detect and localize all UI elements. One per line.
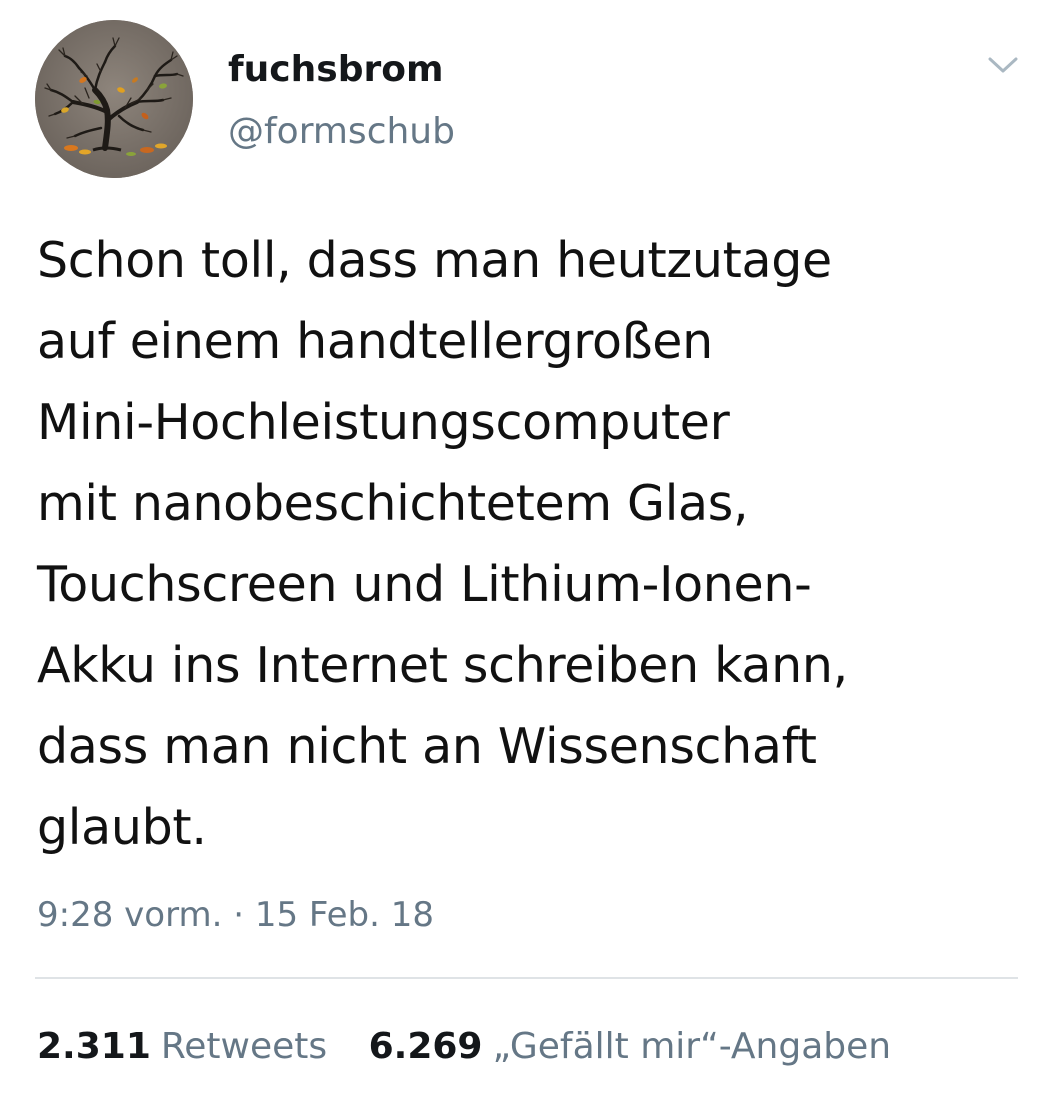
likes-stat[interactable]: 6.269 „Gefällt mir“-Angaben xyxy=(369,1024,891,1070)
tweet-text: Schon toll, dass man heutzutage auf eine… xyxy=(37,232,848,856)
user-handle[interactable]: @formschub xyxy=(228,110,455,154)
avatar[interactable] xyxy=(35,20,193,178)
display-name[interactable]: fuchsbrom xyxy=(228,48,443,92)
tweet-stats: 2.311 Retweets 6.269 „Gefällt mir“-Angaben xyxy=(37,1024,891,1070)
retweets-count: 2.311 xyxy=(37,1026,151,1067)
retweets-stat[interactable]: 2.311 Retweets xyxy=(37,1024,327,1070)
retweets-label: Retweets xyxy=(160,1026,328,1067)
divider xyxy=(35,977,1018,979)
likes-count: 6.269 xyxy=(368,1026,483,1067)
likes-label: „Gefällt mir“-Angaben xyxy=(492,1026,892,1067)
tweet-card: fuchsbrom @formschub Schon toll, dass ma… xyxy=(0,0,1052,1103)
chevron-down-icon[interactable] xyxy=(984,50,1022,78)
tweet-timestamp[interactable]: 9:28 vorm. · 15 Feb. 18 xyxy=(37,893,434,937)
tree-avatar-icon xyxy=(35,20,193,178)
